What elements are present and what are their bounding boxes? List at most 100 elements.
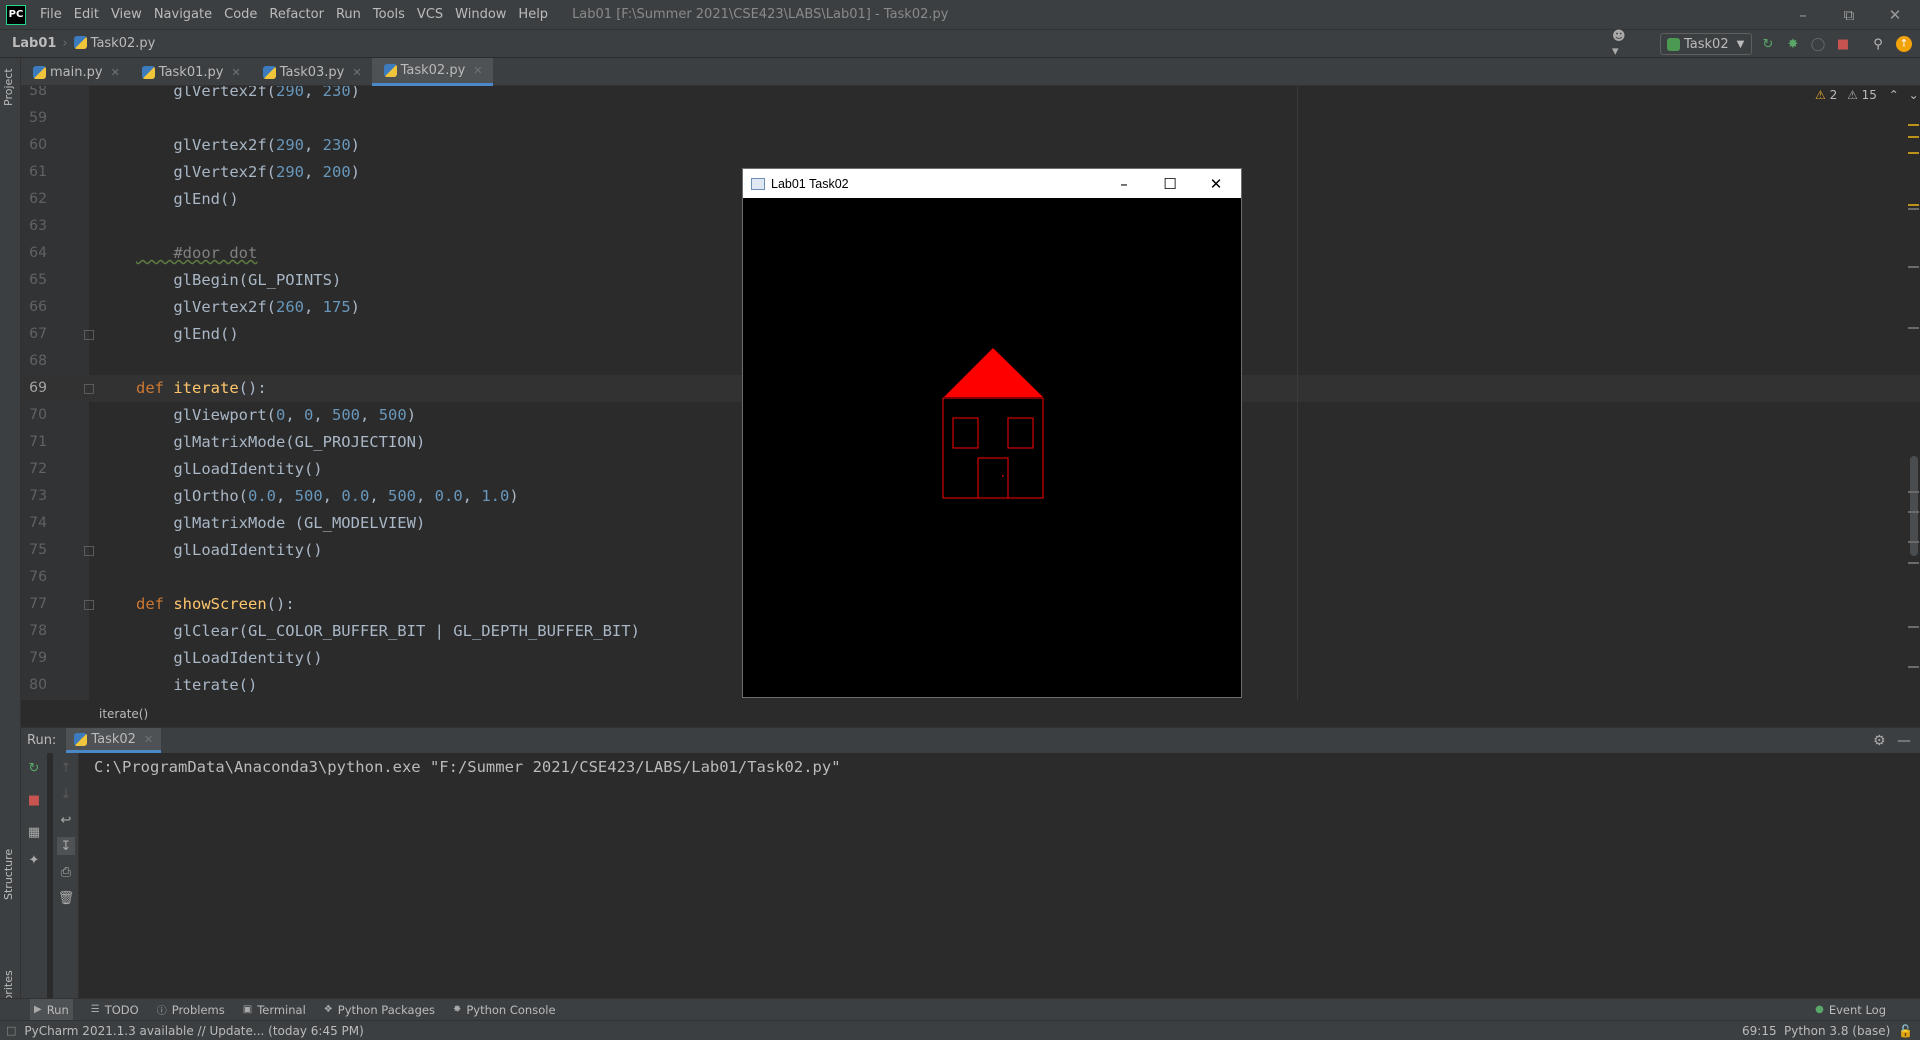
status-message[interactable]: PyCharm 2021.1.3 available // Update... … [24,1024,363,1038]
menu-tools[interactable]: Tools [367,0,411,29]
tool-python-packages[interactable]: ❖ Python Packages [324,1003,435,1017]
menu-help[interactable]: Help [512,0,554,29]
fold-marker-icon[interactable] [84,546,94,556]
tab-task03-py[interactable]: Task03.py ✕ [251,58,372,86]
breadcrumb-file[interactable]: Task02.py [73,36,155,51]
debug-icon[interactable]: ✸ [1783,34,1803,54]
menu-run[interactable]: Run [330,0,367,29]
update-icon[interactable]: ↑ [1894,34,1914,54]
line-number: 66 [29,299,47,315]
opengl-window-titlebar[interactable]: Lab01 Task02 – ☐ ✕ [743,169,1241,198]
warning-count: 2 [1829,88,1838,102]
profile-icon[interactable]: ◯ [1808,34,1828,54]
minimize-window-button[interactable]: – [1780,0,1826,29]
opengl-canvas[interactable] [743,198,1241,697]
user-account-icon[interactable]: ☻▾ [1612,29,1632,59]
menubar: PC File Edit View Navigate Code Refactor… [0,0,1920,29]
fold-marker-icon[interactable] [84,384,94,394]
tool-python-console[interactable]: ✸ Python Console [453,1003,556,1017]
warning-stripe[interactable] [1908,511,1919,513]
warning-stripe[interactable] [1908,208,1919,210]
code-line[interactable]: 59 [21,105,1920,132]
tool-problems[interactable]: ⓘ Problems [157,1002,225,1018]
code-line[interactable]: 58 glVertex2f(290, 230) [21,86,1920,105]
editor-scrollbar[interactable] [1905,86,1920,700]
opengl-window-title: Lab01 Task02 [771,176,849,191]
tool-event-log[interactable]: ● Event Log [1815,1003,1886,1017]
close-tab-icon[interactable]: ✕ [352,66,361,79]
code-breadcrumb[interactable]: iterate() [21,700,1920,728]
warning-stripe[interactable] [1908,204,1919,206]
warning-stripe[interactable] [1908,136,1919,138]
opengl-window[interactable]: Lab01 Task02 – ☐ ✕ [742,168,1242,698]
menu-refactor[interactable]: Refactor [263,0,330,29]
close-tab-icon[interactable]: ✕ [144,733,153,746]
menu-code[interactable]: Code [218,0,263,29]
warning-stripe[interactable] [1908,541,1919,543]
tool-terminal[interactable]: ▣ Terminal [243,1003,306,1017]
run-console[interactable]: C:\ProgramData\Anaconda3\python.exe "F:/… [80,753,1920,998]
warning-stripe[interactable] [1908,124,1919,126]
rerun-icon[interactable]: ↻ [25,759,43,777]
hide-panel-icon[interactable]: — [1897,733,1911,749]
warning-stripe[interactable] [1908,626,1919,628]
tab-task02-py[interactable]: Task02.py ✕ [371,58,493,86]
fold-marker-icon[interactable] [84,330,94,340]
warning-stripe[interactable] [1908,491,1919,493]
run-tab-task02[interactable]: Task02 ✕ [66,728,162,753]
gl-minimize-button[interactable]: – [1101,169,1147,198]
trash-icon[interactable]: 🗑 [57,889,75,907]
run-toolbar-secondary: ↑ ↓ ↩ ↧ ⎙ 🗑 [53,753,79,998]
close-tab-icon[interactable]: ✕ [473,64,482,77]
gl-close-button[interactable]: ✕ [1193,169,1239,198]
line-number: 64 [29,245,47,261]
warning-stripe[interactable] [1908,666,1919,668]
warning-stripe[interactable] [1908,152,1919,154]
previous-highlight-icon[interactable]: ⌃ [1889,88,1899,102]
menu-file[interactable]: File [34,0,68,29]
stop-icon[interactable]: ■ [1833,34,1853,54]
tab-main-py[interactable]: main.py ✕ [21,58,130,86]
close-window-button[interactable]: ✕ [1872,0,1918,29]
menu-vcs[interactable]: VCS [411,0,449,29]
interpreter-status[interactable]: Python 3.8 (base) [1784,1024,1890,1038]
structure-tool-window-tab[interactable]: Structure [2,849,15,900]
down-arrow-icon[interactable]: ↓ [57,785,75,803]
lock-icon[interactable]: 🔓 [1898,1024,1913,1038]
warning-stripe[interactable] [1908,562,1919,564]
code-text: iterate() [136,676,258,694]
menu-window[interactable]: Window [449,0,512,29]
close-tab-icon[interactable]: ✕ [231,66,240,79]
project-tool-window-tab[interactable]: Project [2,68,15,106]
run-configuration-select[interactable]: Task02 ▼ [1660,33,1752,55]
tool-problems-label: Problems [171,1002,225,1017]
pin-icon[interactable]: ✦ [25,851,43,869]
status-toggle-icon[interactable]: □ [6,1024,16,1037]
stop-icon[interactable]: ■ [25,791,43,809]
warning-stripe[interactable] [1908,327,1919,329]
menu-navigate[interactable]: Navigate [148,0,218,29]
tool-run[interactable]: ▶ Run [30,998,73,1021]
tool-todo[interactable]: ☰ TODO [91,1003,139,1017]
code-line[interactable]: 60 glVertex2f(290, 230) [21,132,1920,159]
fold-marker-icon[interactable] [84,600,94,610]
close-tab-icon[interactable]: ✕ [111,66,120,79]
caret-position[interactable]: 69:15 [1742,1024,1777,1038]
search-icon[interactable]: ⚲ [1868,34,1888,54]
layout-icon[interactable]: ▦ [25,823,43,841]
restore-window-button[interactable]: ⧉ [1826,0,1872,29]
menu-edit[interactable]: Edit [68,0,105,29]
warning-stripe[interactable] [1908,266,1919,268]
breadcrumb-project[interactable]: Lab01 [12,36,56,51]
tab-task01-py[interactable]: Task01.py ✕ [130,58,251,86]
up-arrow-icon[interactable]: ↑ [57,759,75,777]
gear-icon[interactable]: ⚙ [1873,733,1886,749]
menu-view[interactable]: View [105,0,148,29]
soft-wrap-icon[interactable]: ↩ [57,811,75,829]
inspection-widget[interactable]: ⚠ 2 ⚠ 15 ⌃ ⌄ [1815,88,1919,102]
gl-maximize-button[interactable]: ☐ [1147,169,1193,198]
scroll-to-end-icon[interactable]: ↧ [57,837,75,855]
rerun-icon[interactable]: ↻ [1758,34,1778,54]
line-number: 79 [29,650,47,666]
print-icon[interactable]: ⎙ [57,863,75,881]
